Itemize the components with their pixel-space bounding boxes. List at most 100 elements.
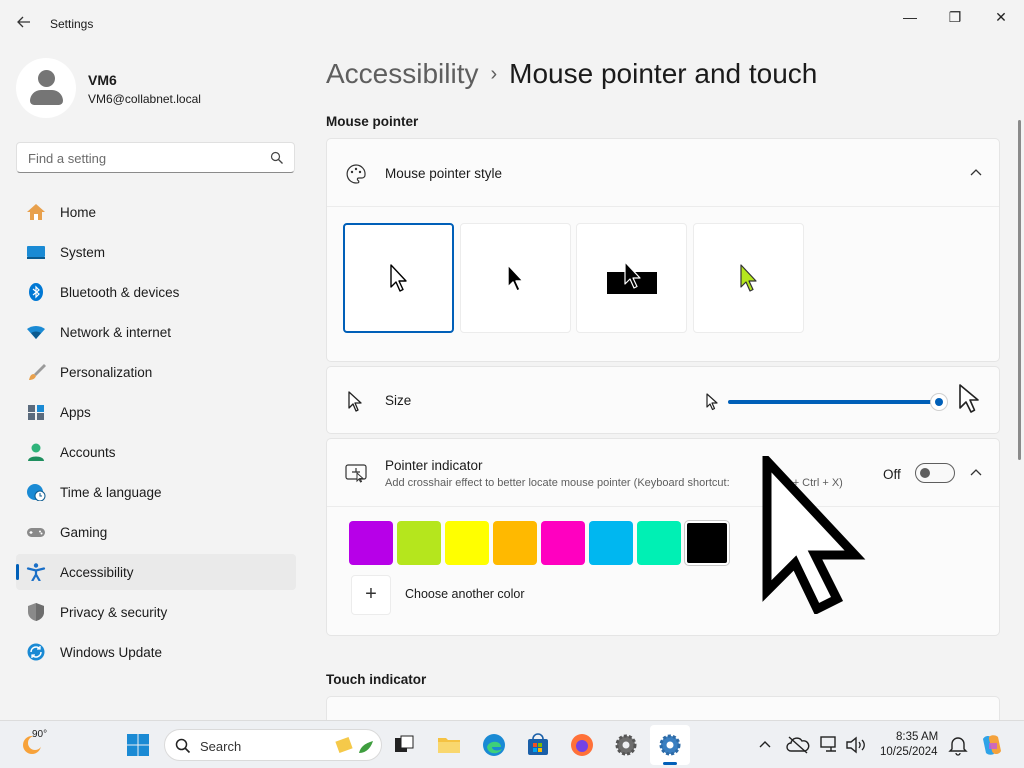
- divider: [327, 506, 999, 507]
- color-swatch-pink[interactable]: [541, 521, 585, 565]
- weather-temperature: 90°: [32, 729, 48, 740]
- color-swatch-gold[interactable]: [493, 521, 537, 565]
- cursor-size-icon: [348, 391, 362, 412]
- divider: [327, 206, 999, 207]
- size-slider-thumb[interactable]: [930, 393, 948, 411]
- sidebar-item-accessibility[interactable]: Accessibility: [16, 554, 296, 590]
- search-highlight-icon: [335, 736, 373, 754]
- chevron-up-icon[interactable]: [969, 166, 983, 180]
- sidebar-item-system[interactable]: System: [16, 234, 296, 270]
- minimize-button[interactable]: —: [893, 6, 927, 28]
- color-swatch-sky-blue[interactable]: [589, 521, 633, 565]
- sidebar-item-label: Windows Update: [60, 645, 163, 660]
- user-email: VM6@collabnet.local: [88, 92, 201, 106]
- bluetooth-icon: [29, 283, 43, 301]
- gamepad-icon: [27, 528, 45, 537]
- avatar[interactable]: [16, 58, 76, 118]
- pointer-style-white-option[interactable]: [343, 223, 454, 333]
- sidebar-item-personalization[interactable]: Personalization: [16, 354, 296, 390]
- sidebar-item-gaming[interactable]: Gaming: [16, 514, 296, 550]
- close-button[interactable]: ✕: [984, 6, 1018, 28]
- add-color-button[interactable]: +: [351, 575, 391, 615]
- store-icon[interactable]: [526, 733, 550, 757]
- color-swatch-black[interactable]: [684, 520, 730, 566]
- settings-gear-icon[interactable]: [614, 733, 638, 757]
- sidebar-item-label: Apps: [60, 405, 91, 420]
- section-heading-touch-indicator: Touch indicator: [326, 672, 427, 687]
- pointer-indicator-card: Pointer indicator Add crosshair effect t…: [326, 438, 1000, 636]
- breadcrumb: Accessibility › Mouse pointer and touch: [326, 58, 817, 90]
- start-icon[interactable]: [126, 733, 150, 757]
- edge-browser-icon[interactable]: [482, 733, 506, 757]
- notification-bell-icon[interactable]: [946, 733, 970, 757]
- firefox-icon[interactable]: [570, 733, 594, 757]
- sidebar-item-label: Bluetooth & devices: [60, 285, 180, 300]
- sidebar-item-home[interactable]: Home: [16, 194, 296, 230]
- chevron-up-icon[interactable]: [756, 733, 774, 757]
- sidebar-item-label: Network & internet: [60, 325, 172, 340]
- custom-cursor-icon: [739, 264, 757, 292]
- sidebar-item-label: Accounts: [60, 445, 116, 460]
- window-title: Settings: [50, 17, 94, 31]
- search-input[interactable]: Find a setting: [16, 142, 295, 173]
- breadcrumb-parent[interactable]: Accessibility: [326, 58, 478, 89]
- file-explorer-icon[interactable]: [437, 733, 461, 757]
- choose-another-color-label[interactable]: Choose another color: [405, 587, 525, 601]
- pointer-indicator-toggle-label: Off: [883, 467, 901, 482]
- color-swatch-purple[interactable]: [349, 521, 393, 565]
- update-icon: [27, 643, 45, 661]
- search-icon: [270, 151, 283, 164]
- sidebar-item-privacy-security[interactable]: Privacy & security: [16, 594, 296, 630]
- white-cursor-icon: [389, 264, 407, 292]
- size-slider-track[interactable]: [728, 400, 938, 404]
- onedrive-sync-icon[interactable]: [786, 733, 810, 757]
- pointer-indicator-icon: [345, 464, 367, 483]
- breadcrumb-separator-icon: ›: [490, 63, 498, 85]
- section-heading-mouse-pointer: Mouse pointer: [326, 114, 419, 129]
- color-swatch-yellow[interactable]: [445, 521, 489, 565]
- copilot-icon[interactable]: [980, 733, 1004, 757]
- apps-icon: [28, 405, 44, 420]
- task-view-icon[interactable]: [392, 733, 416, 757]
- sidebar-item-bluetooth[interactable]: Bluetooth & devices: [16, 274, 296, 310]
- size-label: Size: [385, 393, 412, 408]
- size-card: Size: [326, 366, 1000, 434]
- clock-time[interactable]: 8:35 AM: [896, 731, 938, 743]
- small-cursor-icon: [706, 393, 718, 411]
- sidebar-item-accounts[interactable]: Accounts: [16, 434, 296, 470]
- title-bar: Settings — ❐ ✕: [0, 0, 1024, 48]
- sidebar-item-network[interactable]: Network & internet: [16, 314, 296, 350]
- sidebar-item-label: System: [60, 245, 106, 260]
- pointer-indicator-label: Pointer indicator: [385, 458, 483, 473]
- page-title: Mouse pointer and touch: [509, 58, 818, 89]
- sidebar-item-time-language[interactable]: Time & language: [16, 474, 296, 510]
- sidebar-item-label: Home: [60, 205, 97, 220]
- color-swatch-mint[interactable]: [637, 521, 681, 565]
- sidebar-item-label: Gaming: [60, 525, 108, 540]
- sidebar-item-apps[interactable]: Apps: [16, 394, 296, 430]
- network-icon[interactable]: [818, 733, 842, 757]
- pointer-style-custom-option[interactable]: [693, 223, 804, 333]
- pointer-style-inverted-option[interactable]: [576, 223, 687, 333]
- shield-icon: [28, 603, 44, 621]
- maximize-button[interactable]: ❐: [938, 6, 972, 28]
- taskbar-search[interactable]: Search: [164, 729, 382, 761]
- pointer-style-black-option[interactable]: [460, 223, 571, 333]
- volume-icon[interactable]: [844, 733, 868, 757]
- clock-date[interactable]: 10/25/2024: [880, 746, 938, 758]
- clock-globe-icon: [27, 484, 46, 501]
- large-mouse-pointer-icon: [762, 456, 866, 614]
- mouse-pointer-style-card: Mouse pointer style: [326, 138, 1000, 362]
- color-swatch-lime[interactable]: [397, 521, 441, 565]
- sidebar-item-windows-update[interactable]: Windows Update: [16, 634, 296, 670]
- taskbar-active-settings[interactable]: [650, 725, 690, 765]
- settings-app-icon: [659, 734, 681, 756]
- sidebar-item-label: Time & language: [60, 485, 162, 500]
- chevron-up-icon[interactable]: [969, 466, 983, 480]
- user-name: VM6: [88, 72, 117, 88]
- taskbar-search-label: Search: [200, 739, 242, 754]
- accounts-icon: [28, 443, 44, 461]
- scrollbar[interactable]: [1018, 120, 1021, 460]
- back-arrow-icon[interactable]: [14, 14, 34, 34]
- pointer-indicator-toggle[interactable]: [915, 463, 955, 483]
